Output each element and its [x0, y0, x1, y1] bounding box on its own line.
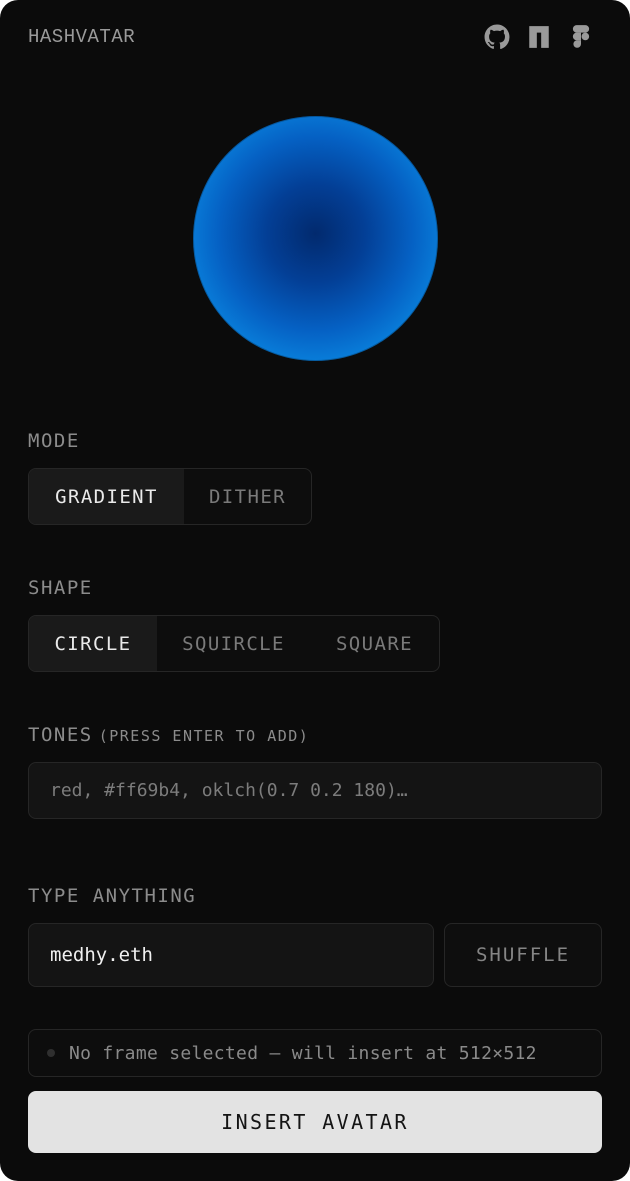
tones-label: TONES (PRESS ENTER TO ADD): [28, 724, 309, 746]
mode-segmented-control: GRADIENT DITHER: [28, 468, 312, 525]
shuffle-button[interactable]: SHUFFLE: [444, 923, 602, 987]
tones-input[interactable]: [28, 762, 602, 819]
header-icon-group: [484, 24, 594, 50]
shape-option-squircle[interactable]: SQUIRCLE: [157, 616, 310, 671]
github-icon[interactable]: [484, 24, 510, 50]
mode-option-gradient[interactable]: GRADIENT: [29, 469, 184, 524]
status-dot-icon: [47, 1049, 55, 1057]
mode-option-dither[interactable]: DITHER: [184, 469, 311, 524]
insert-avatar-button[interactable]: INSERT AVATAR: [28, 1091, 602, 1153]
notion-icon[interactable]: [526, 24, 552, 50]
mode-label: MODE: [28, 430, 80, 452]
plugin-panel: HASHVATAR MODE GRADIENT DITHER SHAPE CIR…: [0, 0, 630, 1181]
shape-label: SHAPE: [28, 577, 93, 599]
shape-segmented-control: CIRCLE SQUIRCLE SQUARE: [28, 615, 440, 672]
shape-option-square[interactable]: SQUARE: [310, 616, 439, 671]
seed-text-input[interactable]: [28, 923, 434, 987]
status-text: No frame selected — will insert at 512×5…: [69, 1042, 537, 1064]
type-anything-label: TYPE ANYTHING: [28, 885, 197, 907]
app-title: HASHVATAR: [28, 26, 136, 48]
tones-hint: (PRESS ENTER TO ADD): [98, 727, 310, 745]
status-box: No frame selected — will insert at 512×5…: [28, 1029, 602, 1077]
tones-label-text: TONES: [28, 724, 93, 746]
shape-option-circle[interactable]: CIRCLE: [29, 616, 157, 671]
figma-icon[interactable]: [568, 24, 594, 50]
avatar-preview: [193, 116, 438, 361]
